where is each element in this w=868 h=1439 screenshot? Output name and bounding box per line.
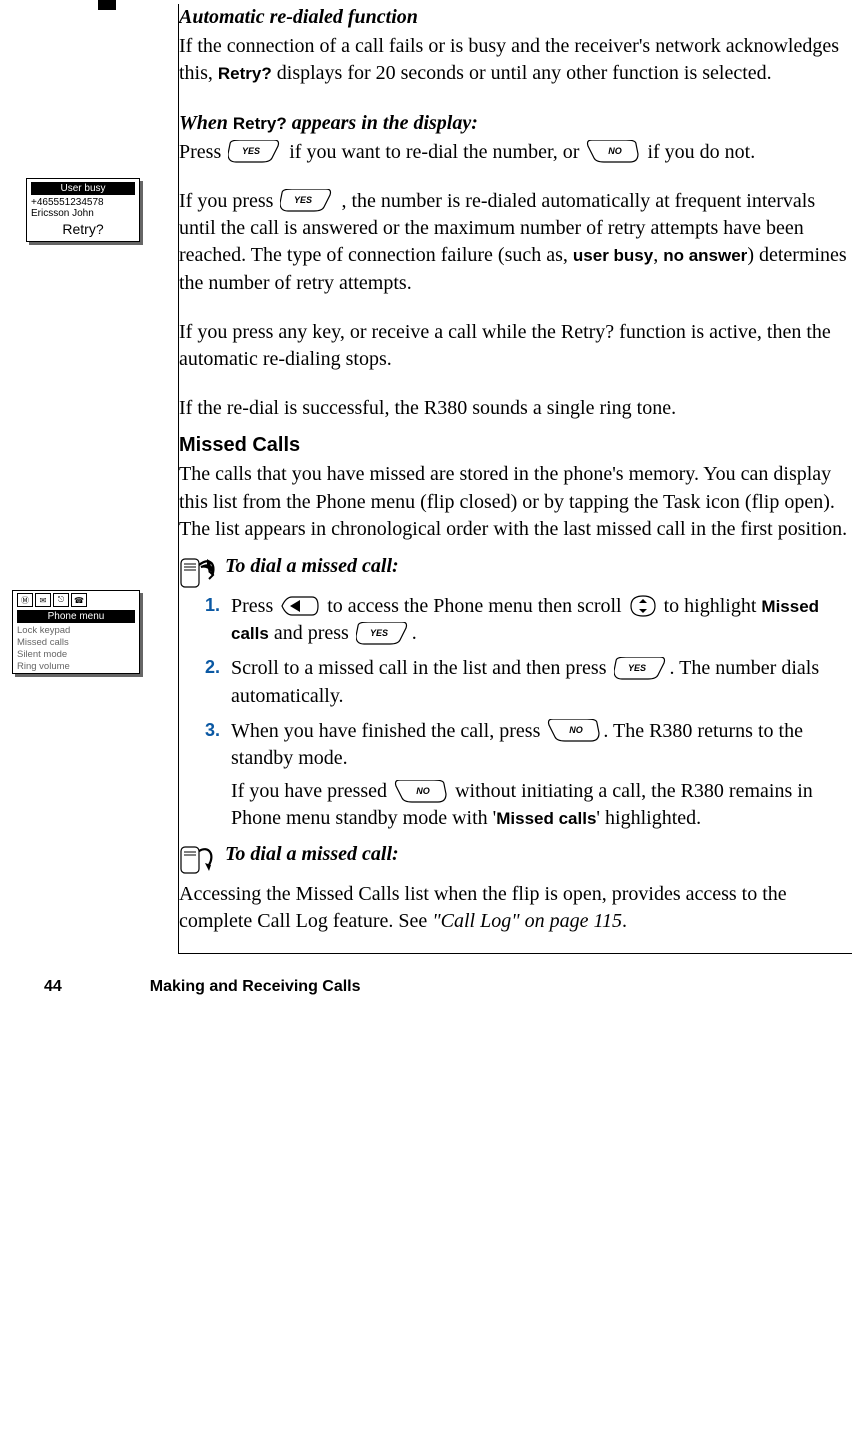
cross-reference: "Call Log" on page 115 bbox=[432, 910, 622, 932]
procedure-title: To dial a missed call: bbox=[225, 553, 399, 580]
text: . bbox=[622, 910, 627, 932]
thumb-tab bbox=[98, 0, 116, 10]
step: 2. Scroll to a missed call in the list a… bbox=[205, 655, 848, 709]
main-content: Automatic re-dialed function If the conn… bbox=[178, 4, 852, 954]
yes-key-icon bbox=[356, 622, 410, 646]
procedure-title: To dial a missed call: bbox=[225, 841, 399, 868]
text: to highlight bbox=[664, 595, 762, 617]
yes-key-icon bbox=[228, 140, 282, 164]
back-key-icon bbox=[280, 595, 320, 617]
missed-intro: The calls that you have missed are store… bbox=[179, 461, 848, 543]
text: If you press bbox=[179, 190, 278, 212]
text: If you have pressed bbox=[231, 780, 392, 802]
status-icon: Ⓜ bbox=[17, 593, 33, 607]
text: appears in the display: bbox=[287, 112, 478, 134]
step-number: 2. bbox=[205, 655, 220, 679]
no-key-icon bbox=[547, 719, 601, 743]
step: 3. When you have finished the call, pres… bbox=[205, 718, 848, 833]
text: to access the Phone menu then scroll bbox=[327, 595, 626, 617]
phone-menu-item: Missed calls bbox=[13, 637, 139, 649]
text: When bbox=[179, 112, 233, 134]
text: . bbox=[412, 622, 417, 644]
text: and press bbox=[269, 622, 354, 644]
ifyes-para: If you press , the number is re-dialed a… bbox=[179, 188, 848, 297]
procedure-heading: To dial a missed call: bbox=[179, 841, 848, 877]
chapter-title: Making and Receiving Calls bbox=[150, 978, 361, 996]
status-icon: ✉ bbox=[35, 593, 51, 607]
missed-calls-heading: Missed Calls bbox=[179, 432, 848, 459]
anykey-para: If you press any key, or receive a call … bbox=[179, 319, 848, 373]
page: User busy +465551234578 Ericsson John Re… bbox=[0, 0, 868, 1026]
success-para: If the re-dial is successful, the R380 s… bbox=[179, 395, 848, 422]
flipopen-para: Accessing the Missed Calls list when the… bbox=[179, 881, 848, 935]
section-title: Automatic re-dialed function bbox=[179, 4, 848, 31]
text: Press bbox=[179, 141, 226, 163]
text: Press bbox=[231, 595, 278, 617]
yes-key-icon bbox=[614, 657, 668, 681]
retry-screen-number: +465551234578 bbox=[27, 197, 139, 208]
text: When you have finished the call, press bbox=[231, 720, 545, 742]
page-number: 44 bbox=[44, 978, 62, 996]
ui-label: no answer bbox=[663, 246, 747, 265]
text: displays for 20 seconds or until any oth… bbox=[272, 62, 772, 84]
text: Scroll to a missed call in the list and … bbox=[231, 657, 612, 679]
flip-closed-icon bbox=[179, 553, 219, 589]
no-key-icon bbox=[394, 780, 448, 804]
retry-screen-name: Ericsson John bbox=[27, 208, 139, 219]
step: 1. Press to access the Phone menu then s… bbox=[205, 593, 848, 647]
ui-label: user busy bbox=[573, 246, 653, 265]
scroll-key-icon bbox=[629, 595, 657, 617]
intro-para: If the connection of a call fails or is … bbox=[179, 33, 848, 87]
phone-menu-item: Silent mode bbox=[13, 649, 139, 661]
text: , bbox=[653, 244, 663, 266]
yes-key-icon bbox=[280, 189, 334, 213]
text: if you do not. bbox=[647, 141, 755, 163]
phone-menu-item: Lock keypad bbox=[13, 625, 139, 637]
when-heading: When Retry? appears in the display: bbox=[179, 110, 848, 137]
status-icon: ⎋ bbox=[53, 593, 69, 607]
press-para: Press if you want to re-dial the number,… bbox=[179, 139, 848, 166]
step-note: If you have pressed without initiating a… bbox=[231, 778, 848, 832]
ui-label: Missed calls bbox=[496, 809, 596, 828]
status-icons: Ⓜ ✉ ⎋ ☎ bbox=[13, 591, 139, 607]
phone-menu-head: Phone menu bbox=[17, 610, 135, 623]
flip-open-icon bbox=[179, 841, 219, 877]
phone-menu-screen: Ⓜ ✉ ⎋ ☎ Phone menu Lock keypad Missed ca… bbox=[12, 590, 140, 674]
text: if you want to re-dial the number, or bbox=[289, 141, 584, 163]
ui-label: Retry? bbox=[233, 114, 287, 133]
steps-list: 1. Press to access the Phone menu then s… bbox=[179, 593, 848, 833]
step-number: 3. bbox=[205, 718, 220, 742]
no-key-icon bbox=[586, 140, 640, 164]
text: ' highlighted. bbox=[596, 807, 701, 829]
retry-screen-head: User busy bbox=[31, 182, 135, 195]
ui-label: Retry? bbox=[218, 64, 272, 83]
phone-menu-item: Ring volume bbox=[13, 661, 139, 673]
procedure-heading: To dial a missed call: bbox=[179, 553, 848, 589]
retry-screen-prompt: Retry? bbox=[27, 219, 139, 241]
status-icon: ☎ bbox=[71, 593, 87, 607]
step-number: 1. bbox=[205, 593, 220, 617]
retry-screen: User busy +465551234578 Ericsson John Re… bbox=[26, 178, 140, 242]
footer: 44 Making and Receiving Calls bbox=[0, 954, 852, 996]
